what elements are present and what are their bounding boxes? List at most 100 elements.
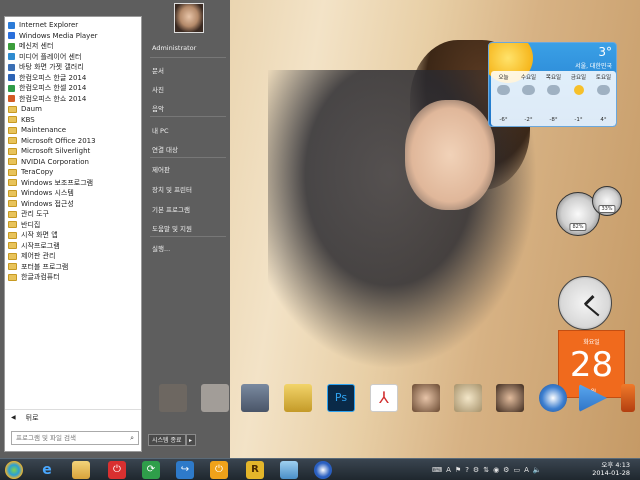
power-icon[interactable]: ⏻ xyxy=(210,461,228,479)
pictures-link[interactable]: 사진 xyxy=(152,84,164,94)
program-item[interactable]: Windows 보조프로그램 xyxy=(5,178,141,189)
logoff-icon[interactable]: ↪ xyxy=(176,461,194,479)
program-item[interactable]: 한컴오피스 한셀 2014 xyxy=(5,83,141,94)
program-item[interactable]: Internet Explorer xyxy=(5,20,141,31)
help-icon[interactable]: ? xyxy=(465,466,469,474)
network-icon[interactable]: ⚙ xyxy=(473,466,479,474)
cloud-icon xyxy=(497,85,510,95)
back-button[interactable]: ◀ 뒤로 xyxy=(5,409,141,425)
folder-icon xyxy=(8,168,17,176)
control-panel-link[interactable]: 제어판 xyxy=(152,164,170,174)
taskbar-clock[interactable]: 오후 4:13 2014-01-28 xyxy=(592,461,630,477)
program-item[interactable]: Microsoft Office 2013 xyxy=(5,136,141,147)
refresh-icon[interactable]: ⟳ xyxy=(142,461,160,479)
default-programs-link[interactable]: 기본 프로그램 xyxy=(152,204,190,214)
keyboard-icon[interactable]: ⌨ xyxy=(432,466,442,474)
shutdown-button[interactable]: 시스템 종료 xyxy=(148,434,186,446)
input-method-icon[interactable]: A xyxy=(446,466,451,474)
program-item[interactable]: Maintenance xyxy=(5,125,141,136)
program-label: NVIDIA Corporation xyxy=(21,157,89,166)
flag-icon[interactable]: ⚑ xyxy=(455,466,461,474)
r-app-icon[interactable]: R xyxy=(246,461,264,479)
this-pc-link[interactable]: 내 PC xyxy=(152,125,169,135)
program-item[interactable]: 시작프로그램 xyxy=(5,241,141,252)
divider xyxy=(150,57,226,58)
media-play-icon[interactable] xyxy=(539,384,567,412)
connect-to-link[interactable]: 연결 대상 xyxy=(152,144,178,154)
program-label: Windows 보조프로그램 xyxy=(21,178,94,187)
photo-thumbnail-icon[interactable] xyxy=(496,384,524,412)
media-player-icon xyxy=(8,32,15,40)
dock-blank-item[interactable] xyxy=(201,384,229,412)
program-item[interactable]: 바탕 화면 가젯 갤러리 xyxy=(5,62,141,73)
live-icon[interactable] xyxy=(579,384,607,412)
folder-icon xyxy=(8,252,17,260)
weather-gadget[interactable]: 3° 서울, 대한민국 오늘 -6° 수요일 -2° 목요일 -8° 금요일 -… xyxy=(488,42,617,127)
program-item[interactable]: Daum xyxy=(5,104,141,115)
program-label: Microsoft Silverlight xyxy=(21,147,91,155)
search-input[interactable] xyxy=(16,434,124,442)
tools-icon[interactable] xyxy=(284,384,312,412)
volume-icon[interactable]: 🔈 xyxy=(533,466,542,474)
compass-icon[interactable] xyxy=(314,461,332,479)
devices-printers-link[interactable]: 장치 및 프린터 xyxy=(152,184,192,194)
program-item[interactable]: Windows 접근성 xyxy=(5,199,141,210)
program-item[interactable]: 관리 도구 xyxy=(5,209,141,220)
program-item[interactable]: Windows Media Player xyxy=(5,31,141,42)
dock-blank-item[interactable] xyxy=(159,384,187,412)
cpu-value: 82% xyxy=(569,223,587,231)
notepad-icon[interactable] xyxy=(280,461,298,479)
program-label: 시작 화면 앱 xyxy=(21,231,58,239)
program-item[interactable]: 반디집 xyxy=(5,220,141,231)
search-icon[interactable]: ⌕ xyxy=(130,434,134,443)
start-button-icon[interactable] xyxy=(5,461,23,479)
shutdown-options-chevron-icon[interactable]: ▸ xyxy=(185,434,196,446)
program-item[interactable]: TeraCopy xyxy=(5,167,141,178)
folder-icon xyxy=(8,179,17,187)
internet-explorer-icon[interactable]: e xyxy=(38,461,56,479)
acrobat-icon[interactable]: ⅄ xyxy=(370,384,398,412)
tray-extra-icon[interactable]: ⇅ xyxy=(483,466,489,474)
program-item[interactable]: NVIDIA Corporation xyxy=(5,157,141,168)
program-item[interactable]: 미디어 플레이어 센터 xyxy=(5,52,141,63)
program-label: Maintenance xyxy=(21,126,67,134)
documents-link[interactable]: 문서 xyxy=(152,65,164,75)
dock: Ps ⅄ xyxy=(155,378,640,418)
run-link[interactable]: 실행... xyxy=(152,243,170,253)
program-item[interactable]: 포터블 프로그램 xyxy=(5,262,141,273)
user-name-link[interactable]: Administrator xyxy=(152,44,196,52)
help-support-link[interactable]: 도움말 및 지원 xyxy=(152,223,192,233)
program-item[interactable]: KBS xyxy=(5,115,141,126)
clock-gadget[interactable] xyxy=(558,276,612,330)
file-explorer-icon[interactable] xyxy=(72,461,90,479)
user-avatar[interactable] xyxy=(174,3,204,33)
toolbox-icon[interactable] xyxy=(241,384,269,412)
program-item[interactable]: 시작 화면 앱 xyxy=(5,230,141,241)
program-item[interactable]: 메신저 센터 xyxy=(5,41,141,52)
program-item[interactable]: Microsoft Silverlight xyxy=(5,146,141,157)
photo-thumbnail-icon[interactable] xyxy=(454,384,482,412)
program-label: KBS xyxy=(21,115,35,124)
security-icon[interactable]: ⚙ xyxy=(503,466,509,474)
divider xyxy=(150,116,226,117)
program-item[interactable]: 한컴오피스 한글 2014 xyxy=(5,73,141,84)
music-link[interactable]: 음악 xyxy=(152,103,164,113)
forecast-day-name: 금요일 xyxy=(570,75,587,81)
photo-thumbnail-icon[interactable] xyxy=(412,384,440,412)
program-item[interactable]: Windows 시스템 xyxy=(5,188,141,199)
program-item[interactable]: 한글과컴퓨터 xyxy=(5,272,141,283)
shutdown-taskbar-icon[interactable]: ⏻ xyxy=(108,461,126,479)
search-box[interactable]: ⌕ xyxy=(11,431,139,445)
monitor-icon[interactable]: ▭ xyxy=(513,466,520,474)
updater-icon[interactable]: ◉ xyxy=(493,466,499,474)
program-item[interactable]: 제어판 관리 xyxy=(5,251,141,262)
photoshop-icon[interactable]: Ps xyxy=(327,384,355,412)
language-icon[interactable]: A xyxy=(524,466,529,474)
memory-meter-gauge[interactable]: 33% xyxy=(592,186,622,216)
program-label: Internet Explorer xyxy=(19,21,79,29)
program-item[interactable]: 한컴오피스 한쇼 2014 xyxy=(5,94,141,105)
dock-partial-icon[interactable] xyxy=(621,384,635,412)
snow-icon xyxy=(597,85,610,95)
back-label: 뒤로 xyxy=(25,413,39,422)
program-label: 시작프로그램 xyxy=(21,241,60,250)
